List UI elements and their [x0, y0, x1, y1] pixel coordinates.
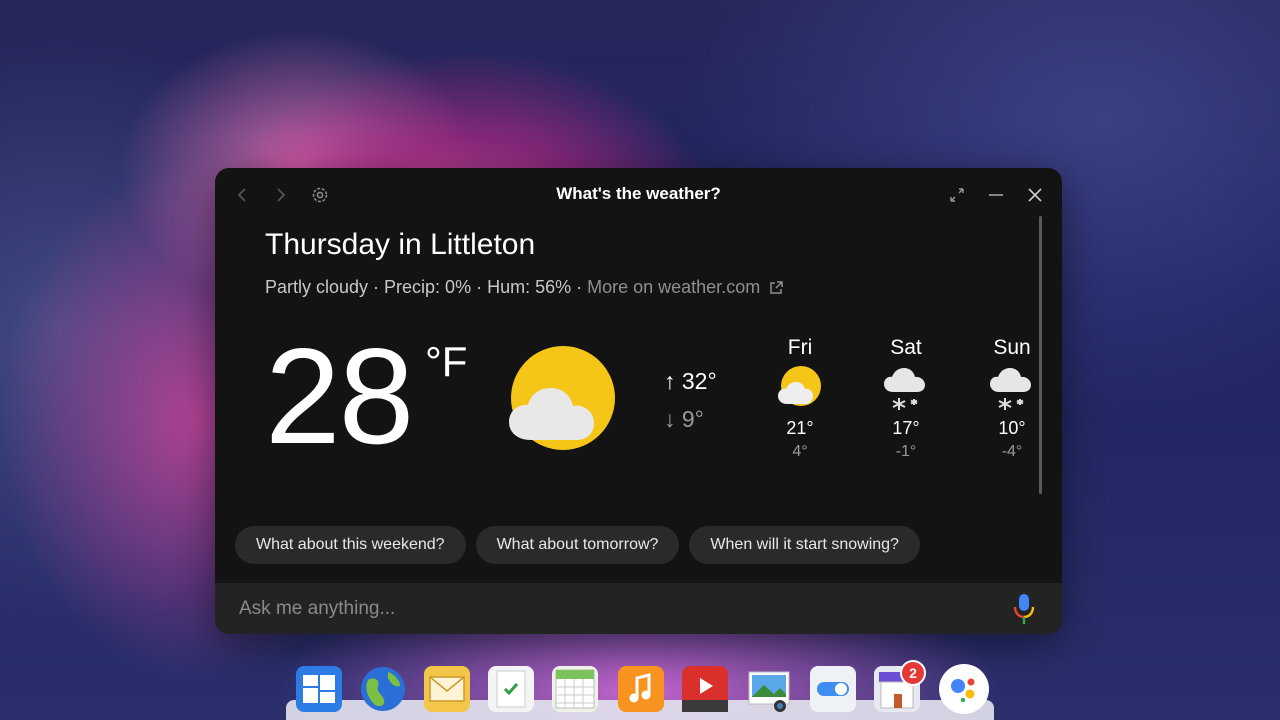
close-button[interactable] [1022, 182, 1048, 208]
high-temperature: ↑ 32° [664, 368, 717, 394]
store-icon[interactable]: 2 [874, 660, 926, 712]
assistant-icon[interactable] [939, 664, 989, 714]
suggestion-chip-snowing[interactable]: When will it start snowing? [689, 526, 920, 564]
high-low: ↑ 32° ↓ 9° [664, 368, 717, 433]
conditions-text: Partly cloudy · Precip: 0% · Hum: 56% · [265, 277, 588, 297]
forecast-day: Sun 10° -4° [980, 336, 1044, 461]
temperature-unit: °F [425, 338, 468, 385]
mail-envelope-icon[interactable] [424, 666, 470, 712]
settings-toggle-icon[interactable] [810, 666, 856, 712]
weather-com-link[interactable]: More on weather.com [587, 277, 784, 297]
forecast-day-name: Fri [787, 336, 813, 359]
weather-summary: Partly cloudy · Precip: 0% · Hum: 56% · … [265, 277, 784, 301]
forecast-day: Fri 21° 4° [768, 336, 832, 461]
partly-cloudy-icon [507, 346, 619, 459]
launcher-tiles-icon[interactable] [296, 666, 342, 712]
input-bar [215, 583, 1062, 634]
microphone-icon [1013, 594, 1035, 624]
suggestion-chip-tomorrow[interactable]: What about tomorrow? [475, 526, 680, 564]
video-play-icon[interactable] [682, 666, 728, 712]
suggestion-chip-weekend[interactable]: What about this weekend? [235, 526, 466, 564]
window-title: What's the weather? [556, 184, 721, 203]
forecast-high: 10° [998, 418, 1026, 438]
forecast-high: 21° [786, 418, 814, 438]
close-icon [1028, 188, 1042, 202]
forecast-day-name: Sun [993, 336, 1031, 359]
forecast-day-name: Sat [890, 336, 922, 359]
forecast-low: -4° [1001, 443, 1023, 460]
forecast-low: 4° [792, 443, 808, 460]
expand-button[interactable] [944, 182, 970, 208]
forecast-low: -1° [895, 443, 917, 460]
title-bar: What's the weather? [215, 168, 1062, 222]
partly-sunny-icon [768, 366, 832, 418]
weather-com-link-label: More on weather.com [587, 277, 761, 297]
microphone-button[interactable] [1012, 593, 1036, 630]
tasks-check-icon[interactable] [488, 666, 534, 712]
current-temperature: 28 [265, 320, 414, 472]
snow-icon [874, 366, 938, 418]
browser-globe-icon[interactable] [360, 666, 406, 712]
forecast-high: 17° [892, 418, 920, 438]
assistant-window: What's the weather? Thursday in Littleto… [215, 168, 1062, 634]
expand-icon [950, 188, 964, 202]
calendar-grid-icon[interactable] [552, 666, 598, 712]
minimize-icon [989, 194, 1003, 196]
minimize-button[interactable] [983, 182, 1009, 208]
forecast-day: Sat 17° -1° [874, 336, 938, 461]
notification-badge: 2 [900, 660, 926, 686]
low-temperature: ↓ 9° [664, 406, 704, 432]
weather-heading: Thursday in Littleton [265, 228, 536, 261]
suggestion-chips: What about this weekend? What about tomo… [235, 526, 920, 564]
open-external-icon [768, 280, 784, 301]
photos-icon[interactable] [746, 666, 792, 712]
music-note-icon[interactable] [618, 666, 664, 712]
snow-icon [980, 366, 1044, 418]
query-input[interactable] [237, 593, 941, 625]
